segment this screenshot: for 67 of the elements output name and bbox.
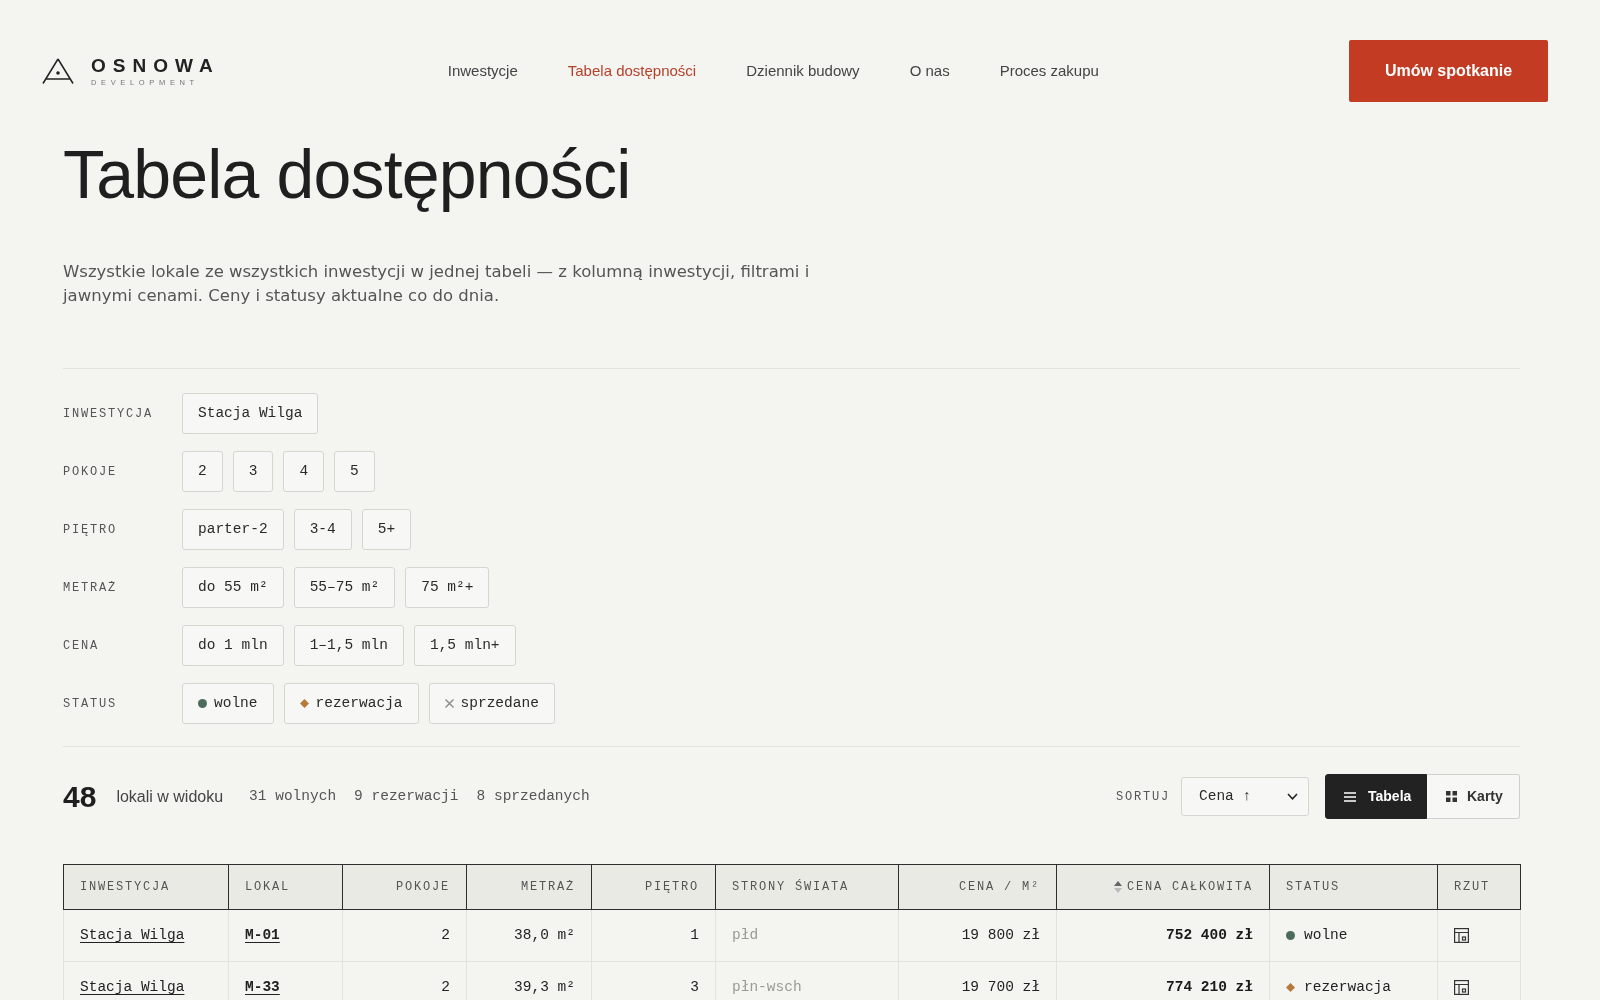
- column-header: CENA / M²: [959, 879, 1040, 896]
- result-count-label: lokali w widoku: [116, 786, 224, 807]
- status-count: 31 wolnych: [249, 786, 337, 806]
- filter-label: STATUS: [63, 695, 118, 713]
- filter-chip[interactable]: 1,5 mln+: [413, 625, 516, 666]
- list-icon: [1344, 791, 1356, 802]
- status-label: rezerwacja: [1304, 977, 1391, 997]
- filter-chip[interactable]: sprzedane: [428, 683, 555, 724]
- column-header: STRONY ŚWIATA: [732, 878, 849, 896]
- column-header: CENA CAŁKOWITA: [1126, 879, 1253, 896]
- table-cell: płd: [715, 909, 899, 962]
- filter-label: INWESTYCJA: [63, 405, 154, 423]
- table-cell: 38,0 m²: [466, 909, 592, 962]
- floor-plan-icon[interactable]: [1454, 928, 1469, 943]
- nav-link[interactable]: O nas: [909, 59, 950, 83]
- status-label: wolne: [1304, 925, 1348, 945]
- filter-chip[interactable]: wolne: [182, 683, 274, 724]
- triangle-logo-icon: [42, 58, 74, 84]
- filter-chip[interactable]: rezerwacja: [283, 683, 419, 724]
- filter-chip[interactable]: 2: [182, 451, 223, 492]
- view-toggle-button[interactable]: Karty: [1427, 774, 1520, 819]
- filter-chip[interactable]: do 1 mln: [182, 625, 284, 666]
- unit-link[interactable]: M-01: [245, 926, 280, 943]
- filter-chip[interactable]: 1–1,5 mln: [293, 625, 404, 666]
- filter-label: METRAŻ: [63, 579, 118, 597]
- nav-link[interactable]: Proces zakupu: [999, 59, 1099, 83]
- column-header: LOKAL: [245, 879, 290, 896]
- sort-label: SORTUJ: [1116, 788, 1170, 806]
- filter-chip[interactable]: Stacja Wilga: [182, 393, 319, 434]
- nav-link[interactable]: Dziennik budowy: [746, 59, 860, 83]
- filter-chip[interactable]: 5: [334, 451, 375, 492]
- sort-select[interactable]: Cena ↑: [1181, 777, 1309, 816]
- filter-chip[interactable]: 75 m²+: [405, 567, 490, 608]
- column-header: PIĘTRO: [645, 879, 699, 896]
- sort-icon[interactable]: [1113, 881, 1122, 893]
- filter-chip[interactable]: parter-2: [182, 509, 284, 550]
- result-count: 48: [63, 781, 97, 812]
- chevron-down-icon: [1287, 793, 1298, 800]
- column-header: RZUT: [1454, 879, 1490, 896]
- filter-label: POKOJE: [63, 463, 118, 481]
- table-cell: 19 800 zł: [898, 909, 1057, 962]
- grid-icon: [1446, 791, 1457, 802]
- floor-plan-icon[interactable]: [1454, 980, 1469, 995]
- filter-chip[interactable]: 3: [232, 451, 274, 492]
- unit-link[interactable]: M-33: [245, 978, 280, 995]
- table-cell: 1: [591, 909, 716, 962]
- nav-link[interactable]: Tabela dostępności: [567, 59, 697, 83]
- column-header: STATUS: [1286, 879, 1340, 896]
- column-header: INWESTYCJA: [80, 879, 170, 896]
- filter-label: PIĘTRO: [63, 521, 118, 539]
- table-cell: 2: [342, 909, 467, 962]
- filter-chip[interactable]: 3-4: [293, 509, 352, 550]
- table-cell: 752 400 zł: [1056, 909, 1270, 962]
- cta-button[interactable]: Umów spotkanie: [1349, 40, 1548, 102]
- filter-chip[interactable]: do 55 m²: [182, 567, 284, 608]
- status-count: 8 sprzedanych: [476, 786, 590, 806]
- column-header: POKOJE: [396, 879, 450, 896]
- logo-name: OSNOWA: [91, 55, 220, 76]
- column-header: METRAŻ: [521, 879, 575, 896]
- filter-chip[interactable]: 5+: [361, 509, 412, 550]
- status-count: 9 rezerwacji: [354, 786, 459, 806]
- filter-chip[interactable]: 55–75 m²: [293, 567, 396, 608]
- nav-link[interactable]: Inwestycje: [447, 59, 518, 83]
- filter-chip[interactable]: 4: [283, 451, 325, 492]
- page-intro: Wszystkie lokale ze wszystkich inwestycji w jednej tabeli — z kolumną inwestycji, filtrami i jawnymi cenami. Ceny i statusy aktualne co do dnia.: [63, 261, 811, 307]
- filter-label: CENA: [63, 637, 100, 655]
- view-toggle-button[interactable]: Tabela: [1325, 774, 1427, 819]
